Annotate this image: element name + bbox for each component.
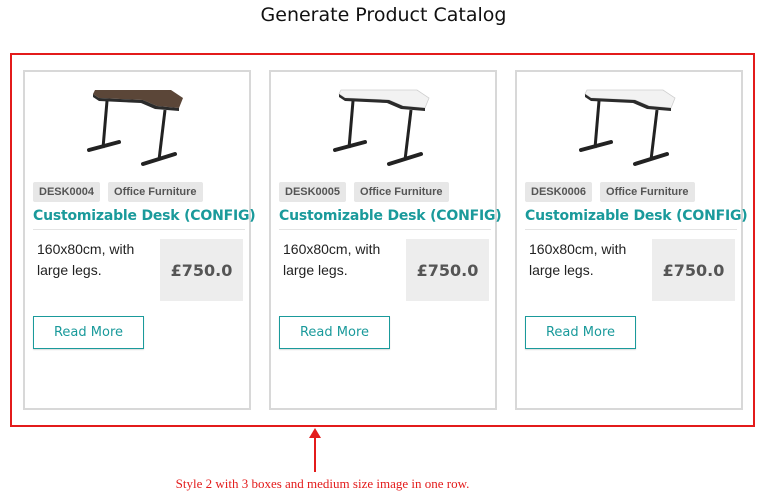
product-name-link[interactable]: Customizable Desk (CONFIG) bbox=[525, 208, 748, 230]
product-name-link[interactable]: Customizable Desk (CONFIG) bbox=[279, 208, 502, 230]
product-code-badge: DESK0004 bbox=[33, 182, 101, 202]
catalog-highlight-frame: DESK0004 Office Furniture Customizable D… bbox=[10, 53, 755, 427]
product-description: 160x80cm, with large legs. bbox=[37, 241, 135, 278]
price-box: £750.0 bbox=[160, 239, 243, 301]
product-name-link[interactable]: Customizable Desk (CONFIG) bbox=[33, 208, 256, 230]
price-box: £750.0 bbox=[652, 239, 735, 301]
read-more-button[interactable]: Read More bbox=[279, 316, 390, 349]
desk-image bbox=[579, 89, 676, 166]
category-badge: Office Furniture bbox=[354, 182, 449, 202]
page-title: Generate Product Catalog bbox=[260, 4, 507, 26]
arrow-up-icon bbox=[309, 428, 321, 472]
desk-image bbox=[87, 90, 183, 166]
product-code-badge: DESK0005 bbox=[279, 182, 347, 202]
product-description: 160x80cm, with large legs. bbox=[283, 241, 381, 278]
product-code-badge: DESK0006 bbox=[525, 182, 593, 202]
annotation-caption: Style 2 with 3 boxes and medium size ima… bbox=[175, 476, 470, 491]
product-card: DESK0005 Office Furniture Customizable D… bbox=[269, 70, 502, 410]
product-card: DESK0004 Office Furniture Customizable D… bbox=[23, 70, 256, 410]
product-description: 160x80cm, with large legs. bbox=[529, 241, 627, 278]
read-more-button[interactable]: Read More bbox=[525, 316, 636, 349]
product-card: DESK0006 Office Furniture Customizable D… bbox=[515, 70, 748, 410]
price-box: £750.0 bbox=[406, 239, 489, 301]
desk-image bbox=[333, 89, 430, 166]
read-more-button[interactable]: Read More bbox=[33, 316, 144, 349]
category-badge: Office Furniture bbox=[108, 182, 203, 202]
category-badge: Office Furniture bbox=[600, 182, 695, 202]
